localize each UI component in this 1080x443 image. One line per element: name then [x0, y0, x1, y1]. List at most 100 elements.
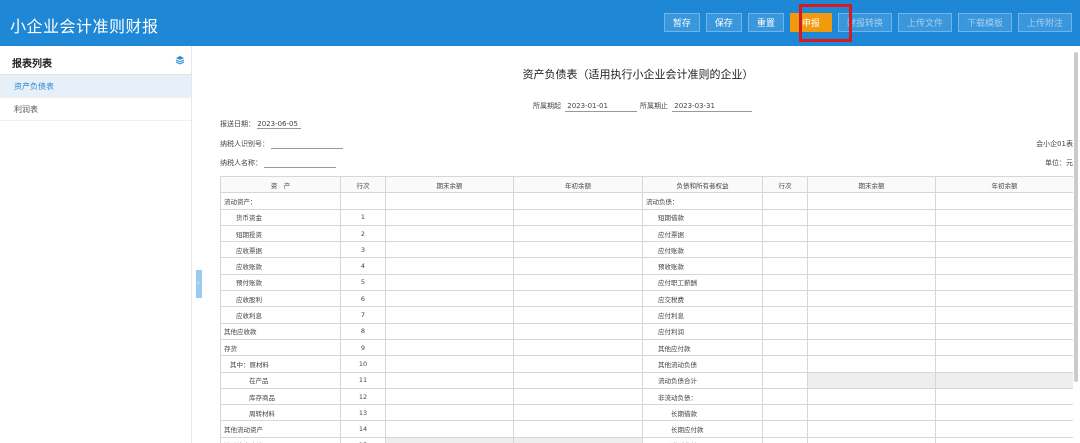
asset-begin-balance-cell[interactable]: [513, 436, 643, 443]
asset-label: 货币资金: [220, 208, 341, 226]
liability-label: 递延收益: [642, 436, 763, 443]
liability-begin-balance-cell[interactable]: [935, 371, 1073, 389]
liability-line-no: [762, 404, 808, 422]
liability-end-balance-cell[interactable]: [807, 420, 936, 438]
liability-begin-balance-cell[interactable]: [935, 338, 1073, 357]
liability-begin-balance-cell[interactable]: [935, 322, 1073, 340]
liability-label: 其他流动负债: [642, 355, 763, 373]
sidebar-collapse-handle[interactable]: ‹: [196, 270, 202, 298]
report-date: 报送日期： 2023-06-05: [220, 119, 302, 129]
liability-end-balance-cell[interactable]: [807, 290, 936, 308]
asset-end-balance-cell[interactable]: [385, 322, 514, 340]
asset-end-balance-cell[interactable]: [385, 420, 514, 438]
liability-begin-balance-cell[interactable]: [935, 290, 1073, 308]
liability-begin-balance-cell[interactable]: [935, 420, 1073, 438]
asset-end-balance-cell[interactable]: [385, 306, 514, 324]
vertical-scrollbar[interactable]: [1074, 52, 1078, 382]
liability-label: 应付职工薪酬: [642, 273, 763, 292]
liability-begin-balance-cell[interactable]: [935, 387, 1073, 406]
asset-begin-balance-cell[interactable]: [513, 273, 643, 292]
sidebar-item-balance-sheet[interactable]: 资产负债表: [0, 75, 191, 98]
liability-begin-balance-cell[interactable]: [935, 192, 1073, 210]
asset-end-balance-cell[interactable]: [385, 371, 514, 389]
asset-end-balance-cell[interactable]: [385, 257, 514, 275]
reset-button[interactable]: 重置: [747, 13, 784, 32]
liability-end-balance-cell[interactable]: [807, 387, 936, 406]
temp-save-button[interactable]: 暂存: [663, 13, 700, 32]
liability-end-balance-cell[interactable]: [807, 241, 936, 259]
liability-begin-balance-cell[interactable]: [935, 224, 1073, 243]
asset-begin-balance-cell[interactable]: [513, 208, 643, 226]
liability-begin-balance-cell[interactable]: [935, 436, 1073, 443]
asset-label: 存货: [220, 338, 341, 357]
asset-end-balance-cell[interactable]: [385, 208, 514, 226]
asset-begin-balance-cell[interactable]: [513, 257, 643, 275]
asset-end-balance-cell[interactable]: [385, 224, 514, 243]
liability-end-balance-cell[interactable]: [807, 355, 936, 373]
asset-end-balance-cell[interactable]: [385, 273, 514, 292]
liability-end-balance-cell[interactable]: [807, 436, 936, 443]
asset-end-balance-cell[interactable]: [385, 387, 514, 406]
asset-begin-balance-cell[interactable]: [513, 371, 643, 389]
asset-end-balance-cell[interactable]: [385, 355, 514, 373]
asset-begin-balance-cell[interactable]: [513, 404, 643, 422]
liability-end-balance-cell[interactable]: [807, 404, 936, 422]
liability-end-balance-cell[interactable]: [807, 257, 936, 275]
report-date-field[interactable]: 2023-06-05: [257, 120, 302, 129]
liability-begin-balance-cell[interactable]: [935, 355, 1073, 373]
taxpayer-name-field[interactable]: [264, 160, 337, 168]
table-row: 短期投资 2 应付票据: [220, 224, 1073, 243]
liability-end-balance-cell[interactable]: [807, 371, 936, 389]
liability-line-no: [762, 208, 808, 226]
table-row: 预付账款 5 应付职工薪酬: [220, 273, 1073, 292]
asset-begin-balance-cell[interactable]: [513, 420, 643, 438]
table-row: 周转材料 13 长期借款: [220, 404, 1073, 422]
liability-end-balance-cell[interactable]: [807, 273, 936, 292]
taxpayer-id-label: 纳税人识别号：: [220, 140, 269, 148]
liability-label: 应付利息: [642, 306, 763, 324]
asset-begin-balance-cell[interactable]: [513, 306, 643, 324]
download-template-button[interactable]: 下载模板: [957, 13, 1012, 32]
liability-begin-balance-cell[interactable]: [935, 273, 1073, 292]
liability-end-balance-cell[interactable]: [807, 322, 936, 340]
liability-begin-balance-cell[interactable]: [935, 208, 1073, 226]
asset-end-balance-cell[interactable]: [385, 404, 514, 422]
taxpayer-id-field[interactable]: [271, 141, 344, 149]
asset-end-balance-cell[interactable]: [385, 241, 514, 259]
liability-begin-balance-cell[interactable]: [935, 241, 1073, 259]
asset-label: 其他流动资产: [220, 420, 341, 438]
asset-end-balance-cell[interactable]: [385, 436, 514, 443]
asset-begin-balance-cell[interactable]: [513, 192, 643, 210]
period-start-field[interactable]: 2023-01-01: [565, 102, 638, 112]
liability-end-balance-cell[interactable]: [807, 224, 936, 243]
asset-end-balance-cell[interactable]: [385, 290, 514, 308]
liability-label: 非流动负债：: [642, 387, 763, 406]
layers-icon[interactable]: [175, 55, 185, 65]
upload-file-button[interactable]: 上传文件: [897, 13, 952, 32]
liability-end-balance-cell[interactable]: [807, 338, 936, 357]
asset-begin-balance-cell[interactable]: [513, 338, 643, 357]
asset-begin-balance-cell[interactable]: [513, 387, 643, 406]
asset-begin-balance-cell[interactable]: [513, 355, 643, 373]
liability-end-balance-cell[interactable]: [807, 208, 936, 226]
liability-end-balance-cell[interactable]: [807, 306, 936, 324]
liability-begin-balance-cell[interactable]: [935, 404, 1073, 422]
period-end: 所属期止 2023-03-31: [640, 101, 753, 112]
table-row: 在产品 11 流动负债合计: [220, 371, 1073, 389]
liability-line-no: [762, 290, 808, 308]
liability-end-balance-cell[interactable]: [807, 192, 936, 210]
period-end-field[interactable]: 2023-03-31: [672, 102, 753, 112]
liability-begin-balance-cell[interactable]: [935, 257, 1073, 275]
asset-begin-balance-cell[interactable]: [513, 241, 643, 259]
asset-end-balance-cell[interactable]: [385, 192, 514, 210]
sidebar-item-income-statement[interactable]: 利润表: [0, 98, 191, 121]
asset-begin-balance-cell[interactable]: [513, 290, 643, 308]
asset-begin-balance-cell[interactable]: [513, 224, 643, 243]
asset-begin-balance-cell[interactable]: [513, 322, 643, 340]
liability-line-no: [762, 355, 808, 373]
upload-notes-button[interactable]: 上传附注: [1017, 13, 1072, 32]
liability-line-no: [762, 306, 808, 324]
liability-begin-balance-cell[interactable]: [935, 306, 1073, 324]
asset-end-balance-cell[interactable]: [385, 338, 514, 357]
save-button[interactable]: 保存: [705, 13, 742, 32]
